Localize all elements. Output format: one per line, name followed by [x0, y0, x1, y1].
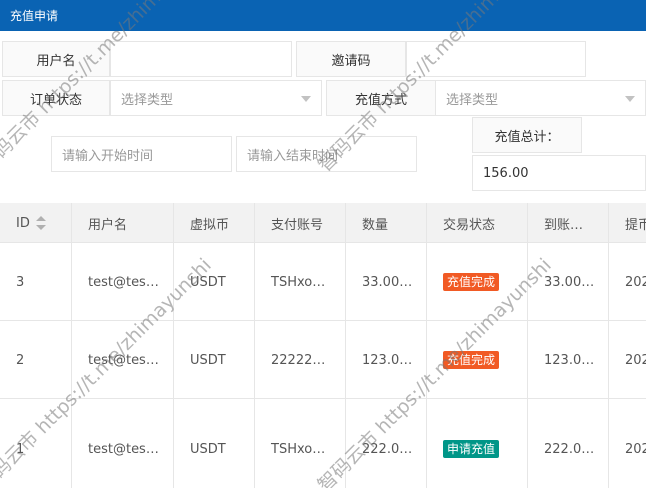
invite-code-label: 邀请码 [296, 41, 406, 77]
column-header-received: 到账… [528, 203, 609, 243]
username-input[interactable] [110, 41, 292, 77]
table-row[interactable]: 2 test@tes… USDT 22222… 123.0… 充值完成 123.… [0, 321, 646, 399]
recharge-method-placeholder: 选择类型 [446, 92, 499, 108]
cell-received: 123.0… [528, 321, 609, 399]
cell-received: 222.0… [528, 399, 609, 488]
column-header-account: 支付账号 [255, 203, 346, 243]
column-header-status: 交易状态 [427, 203, 528, 243]
column-header-withdraw: 提币 [609, 203, 646, 243]
cell-amount: 222.0… [346, 399, 427, 488]
end-time-input[interactable]: 请输入结束时间 [236, 136, 417, 172]
cell-id: 1 [0, 399, 72, 488]
cell-account: 22222… [255, 321, 346, 399]
cell-username: test@tes… [72, 321, 174, 399]
cell-account: TSHxo… [255, 243, 346, 321]
cell-status: 充值完成 [427, 321, 528, 399]
start-time-input[interactable]: 请输入开始时间 [51, 136, 232, 172]
column-header-amount: 数量 [346, 203, 427, 243]
chevron-down-icon [625, 96, 635, 102]
cell-received: 33.00… [528, 243, 609, 321]
status-badge: 充值完成 [443, 273, 500, 291]
table-row[interactable]: 3 test@tes… USDT TSHxo… 33.00… 充值完成 33.0… [0, 243, 646, 321]
chevron-down-icon [301, 96, 311, 102]
window-titlebar: 充值申请 [0, 0, 646, 31]
cell-withdraw: 202 [609, 399, 646, 488]
column-header-label: ID [16, 215, 30, 231]
cell-coin: USDT [174, 399, 255, 488]
recharge-total-label: 充值总计： [472, 117, 582, 153]
recharge-table: ID 用户名 虚拟币 支付账号 数量 交易状态 到账… 提币 3 test@te… [0, 203, 646, 488]
recharge-method-select[interactable]: 选择类型 [435, 80, 646, 116]
recharge-total-value: 156.00 [472, 155, 646, 191]
cell-account: TSHxo… [255, 399, 346, 488]
end-time-placeholder: 请输入结束时间 [247, 148, 339, 164]
window-title: 充值申请 [10, 9, 59, 23]
cell-withdraw: 202 [609, 243, 646, 321]
status-badge: 充值完成 [443, 351, 500, 369]
table-header: ID 用户名 虚拟币 支付账号 数量 交易状态 到账… 提币 [0, 203, 646, 243]
sort-icon[interactable] [35, 216, 46, 230]
column-header-coin: 虚拟币 [174, 203, 255, 243]
column-header-id[interactable]: ID [0, 203, 72, 243]
username-label: 用户名 [2, 41, 110, 77]
cell-coin: USDT [174, 243, 255, 321]
status-badge: 申请充值 [443, 440, 500, 458]
cell-amount: 33.00… [346, 243, 427, 321]
order-status-placeholder: 选择类型 [121, 92, 174, 108]
invite-code-input[interactable] [406, 41, 586, 77]
order-status-label: 订单状态 [2, 80, 110, 116]
cell-id: 2 [0, 321, 72, 399]
cell-withdraw: 202 [609, 321, 646, 399]
recharge-method-label: 充值方式 [326, 80, 436, 116]
column-header-username: 用户名 [72, 203, 174, 243]
cell-coin: USDT [174, 321, 255, 399]
order-status-select[interactable]: 选择类型 [110, 80, 322, 116]
cell-status: 申请充值 [427, 399, 528, 488]
recharge-total-text: 156.00 [483, 165, 529, 181]
cell-username: test@tes… [72, 243, 174, 321]
table-row[interactable]: 1 test@tes… USDT TSHxo… 222.0… 申请充值 222.… [0, 399, 646, 488]
cell-amount: 123.0… [346, 321, 427, 399]
cell-username: test@tes… [72, 399, 174, 488]
cell-id: 3 [0, 243, 72, 321]
cell-status: 充值完成 [427, 243, 528, 321]
start-time-placeholder: 请输入开始时间 [62, 148, 154, 164]
